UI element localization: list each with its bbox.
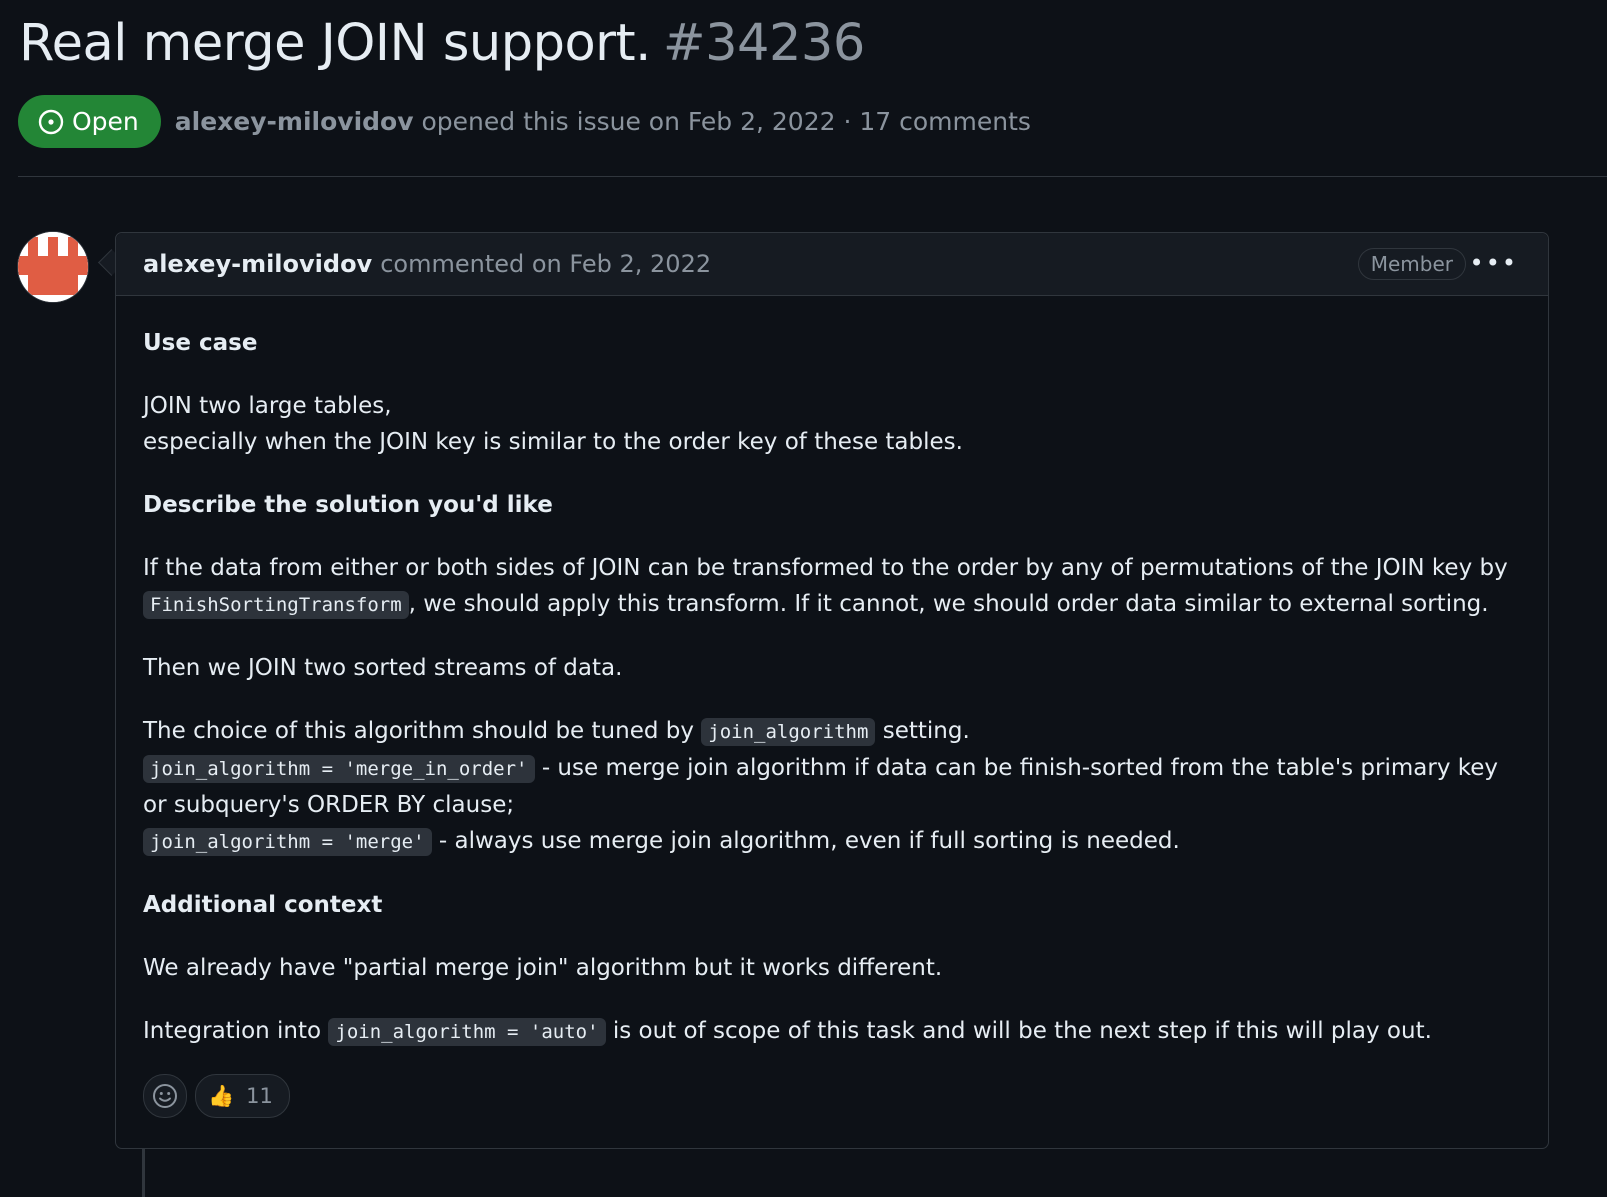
use-case-line-2: especially when the JOIN key is similar … (143, 429, 963, 455)
header-divider (18, 176, 1607, 177)
code-finish-sorting-transform: FinishSortingTransform (143, 591, 409, 619)
smiley-icon (153, 1084, 177, 1108)
solution-p3-text-a: The choice of this algorithm should be t… (143, 718, 694, 744)
context-p2-text-b: is out of scope of this task and will be… (612, 1018, 1432, 1044)
solution-paragraph-2: Then we JOIN two sorted streams of data. (143, 655, 623, 681)
issue-meta-details: opened this issue on Feb 2, 2022 · 17 co… (421, 107, 1031, 136)
comment-author-link[interactable]: alexey-milovidov (143, 250, 372, 278)
issue-open-icon (38, 109, 64, 134)
context-paragraph-2: Integration into join_algorithm = 'auto'… (143, 1013, 1523, 1050)
solution-paragraph-3: The choice of this algorithm should be t… (143, 713, 1523, 860)
solution-paragraph-1: If the data from either or both sides of… (143, 550, 1523, 623)
code-join-algorithm: join_algorithm (701, 718, 876, 746)
issue-state-badge: Open (18, 95, 161, 148)
solution-p1-text-b: , we should apply this transform. If it … (408, 591, 1489, 617)
comment-card: alexey-milovidov commented on Feb 2, 202… (115, 232, 1549, 1149)
context-p2-text-a: Integration into (143, 1018, 322, 1044)
timeline-line (142, 1148, 145, 1197)
issue-meta-row: Open alexey-milovidov opened this issue … (18, 95, 1031, 148)
thumbs-up-reaction-button[interactable]: 👍 11 (195, 1074, 290, 1118)
heading-solution: Describe the solution you'd like (143, 492, 553, 518)
issue-meta-text: alexey-milovidov opened this issue on Fe… (175, 107, 1031, 136)
thumbs-up-icon: 👍 (208, 1083, 235, 1108)
issue-state-label: Open (72, 107, 139, 136)
comment-header: alexey-milovidov commented on Feb 2, 202… (116, 233, 1548, 296)
code-join-auto: join_algorithm = 'auto' (328, 1018, 606, 1046)
add-reaction-button[interactable] (143, 1074, 187, 1118)
issue-title: Real merge JOIN support. (19, 14, 651, 73)
solution-p1-text-a: If the data from either or both sides of… (143, 555, 1508, 581)
code-merge: join_algorithm = 'merge' (143, 828, 432, 856)
comment-timestamp[interactable]: commented on Feb 2, 2022 (380, 250, 711, 278)
code-merge-in-order: join_algorithm = 'merge_in_order' (143, 755, 535, 783)
use-case-line-1: JOIN two large tables, (143, 393, 392, 419)
solution-p5-text: - always use merge join algorithm, even … (438, 828, 1180, 854)
thumbs-up-count: 11 (246, 1084, 273, 1108)
context-paragraph-1: We already have "partial merge join" alg… (143, 955, 943, 981)
kebab-horizontal-icon[interactable]: ••• (1470, 251, 1518, 275)
issue-author-link[interactable]: alexey-milovidov (175, 107, 414, 136)
avatar[interactable] (18, 232, 88, 302)
solution-p3-text-b: setting. (882, 718, 970, 744)
issue-title-row: Real merge JOIN support. #34236 (19, 14, 865, 73)
member-badge: Member (1357, 248, 1466, 280)
comment-body: Use case JOIN two large tables, especial… (143, 325, 1523, 1050)
reactions-bar: 👍 11 (143, 1074, 290, 1118)
issue-number: #34236 (662, 14, 865, 73)
heading-use-case: Use case (143, 330, 258, 356)
heading-context: Additional context (143, 892, 383, 918)
avatar-identicon (18, 232, 88, 302)
